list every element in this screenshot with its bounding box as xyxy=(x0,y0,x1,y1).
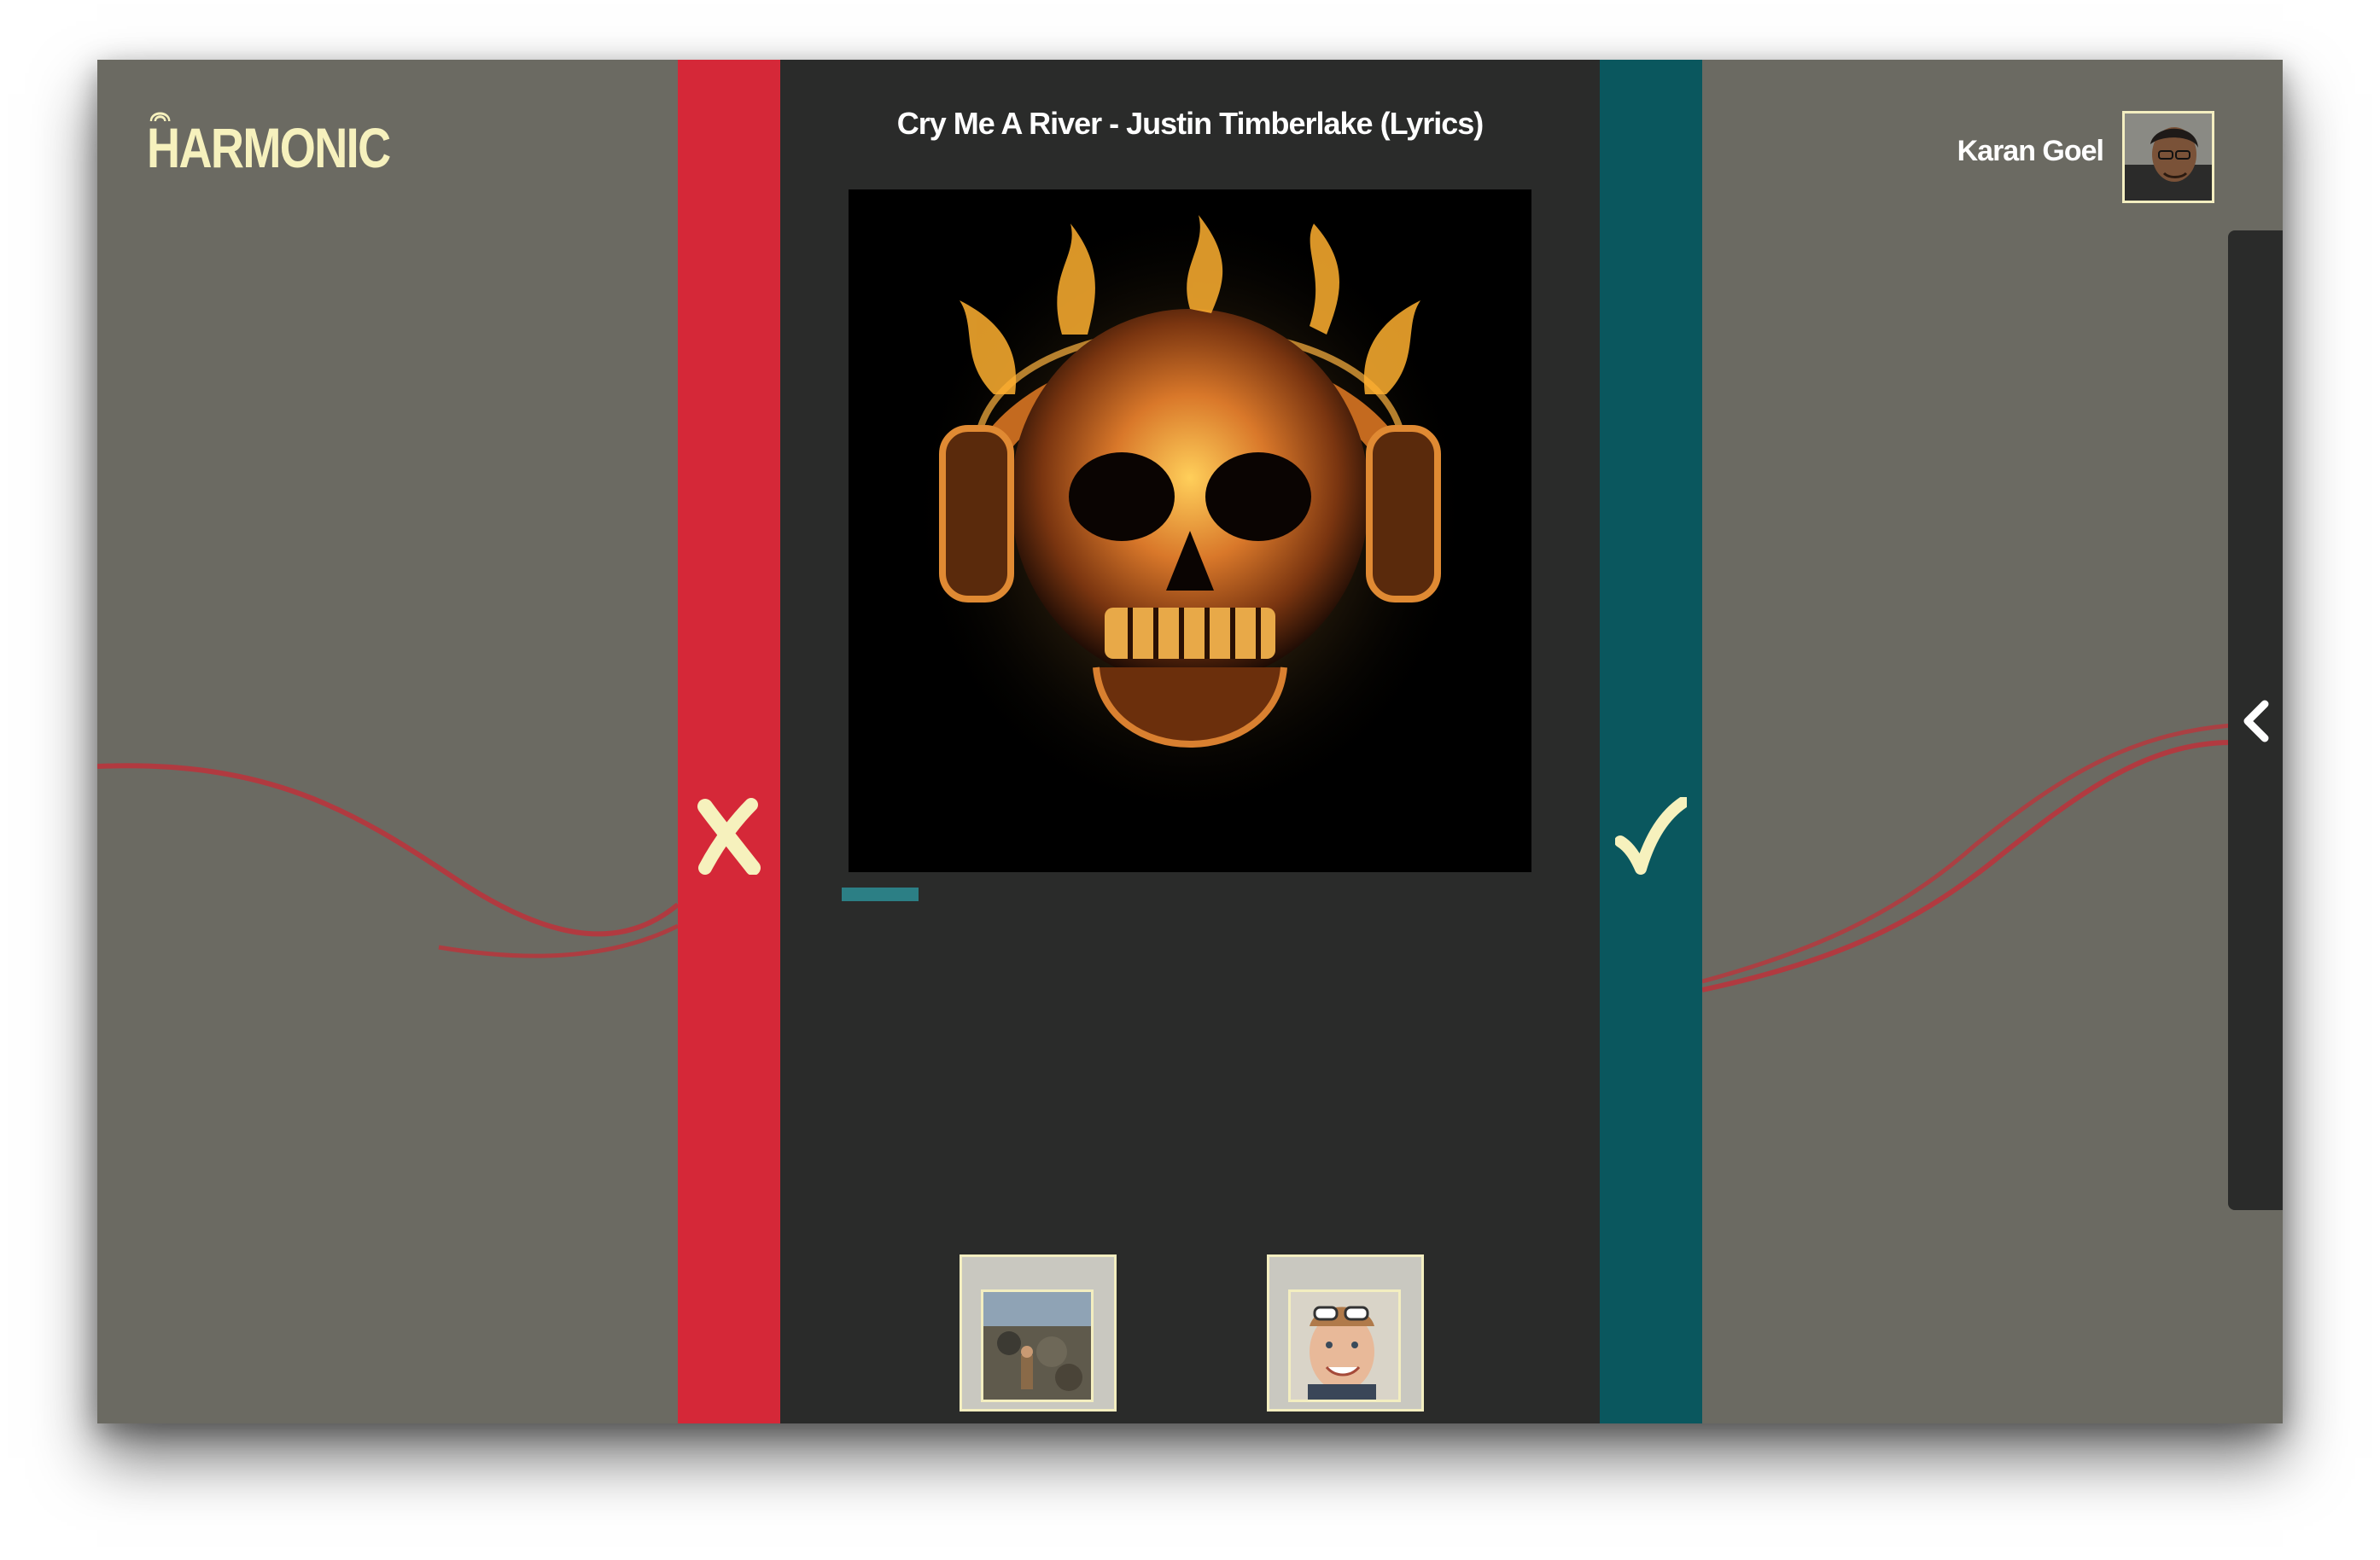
song-title: Cry Me A River - Justin Timberlake (Lyri… xyxy=(896,106,1485,141)
chevron-left-icon[interactable] xyxy=(2228,691,2283,751)
now-playing-panel: Cry Me A River - Justin Timberlake (Lyri… xyxy=(780,60,1600,1423)
harmonic-logo[interactable]: HARMONIC xyxy=(147,109,391,186)
listener-avatar-sunglasses xyxy=(1288,1289,1401,1402)
listener-avatar-beach xyxy=(981,1289,1094,1402)
playback-progress-fill xyxy=(842,888,919,901)
reject-button[interactable] xyxy=(678,60,780,1423)
flaming-skull-headphones-artwork xyxy=(849,189,1531,872)
listener-avatar[interactable] xyxy=(960,1254,1117,1412)
playback-progress-bar[interactable] xyxy=(842,888,1538,901)
signal-arc-icon xyxy=(149,112,171,122)
side-drawer-handle[interactable] xyxy=(2228,230,2283,1210)
accept-button[interactable] xyxy=(1600,60,1702,1423)
album-cover-image xyxy=(849,189,1531,872)
user-avatar[interactable] xyxy=(2122,111,2214,203)
checkmark-icon xyxy=(1600,785,1702,888)
user-name[interactable]: Karan Goel xyxy=(1847,130,2104,172)
user-avatar-photo xyxy=(2125,114,2212,201)
listener-avatar[interactable] xyxy=(1267,1254,1424,1412)
logo-text: HARMONIC xyxy=(147,116,391,179)
app-window: HARMONIC Cry Me A River - Justin Timberl… xyxy=(97,60,2283,1423)
x-icon xyxy=(678,785,780,888)
